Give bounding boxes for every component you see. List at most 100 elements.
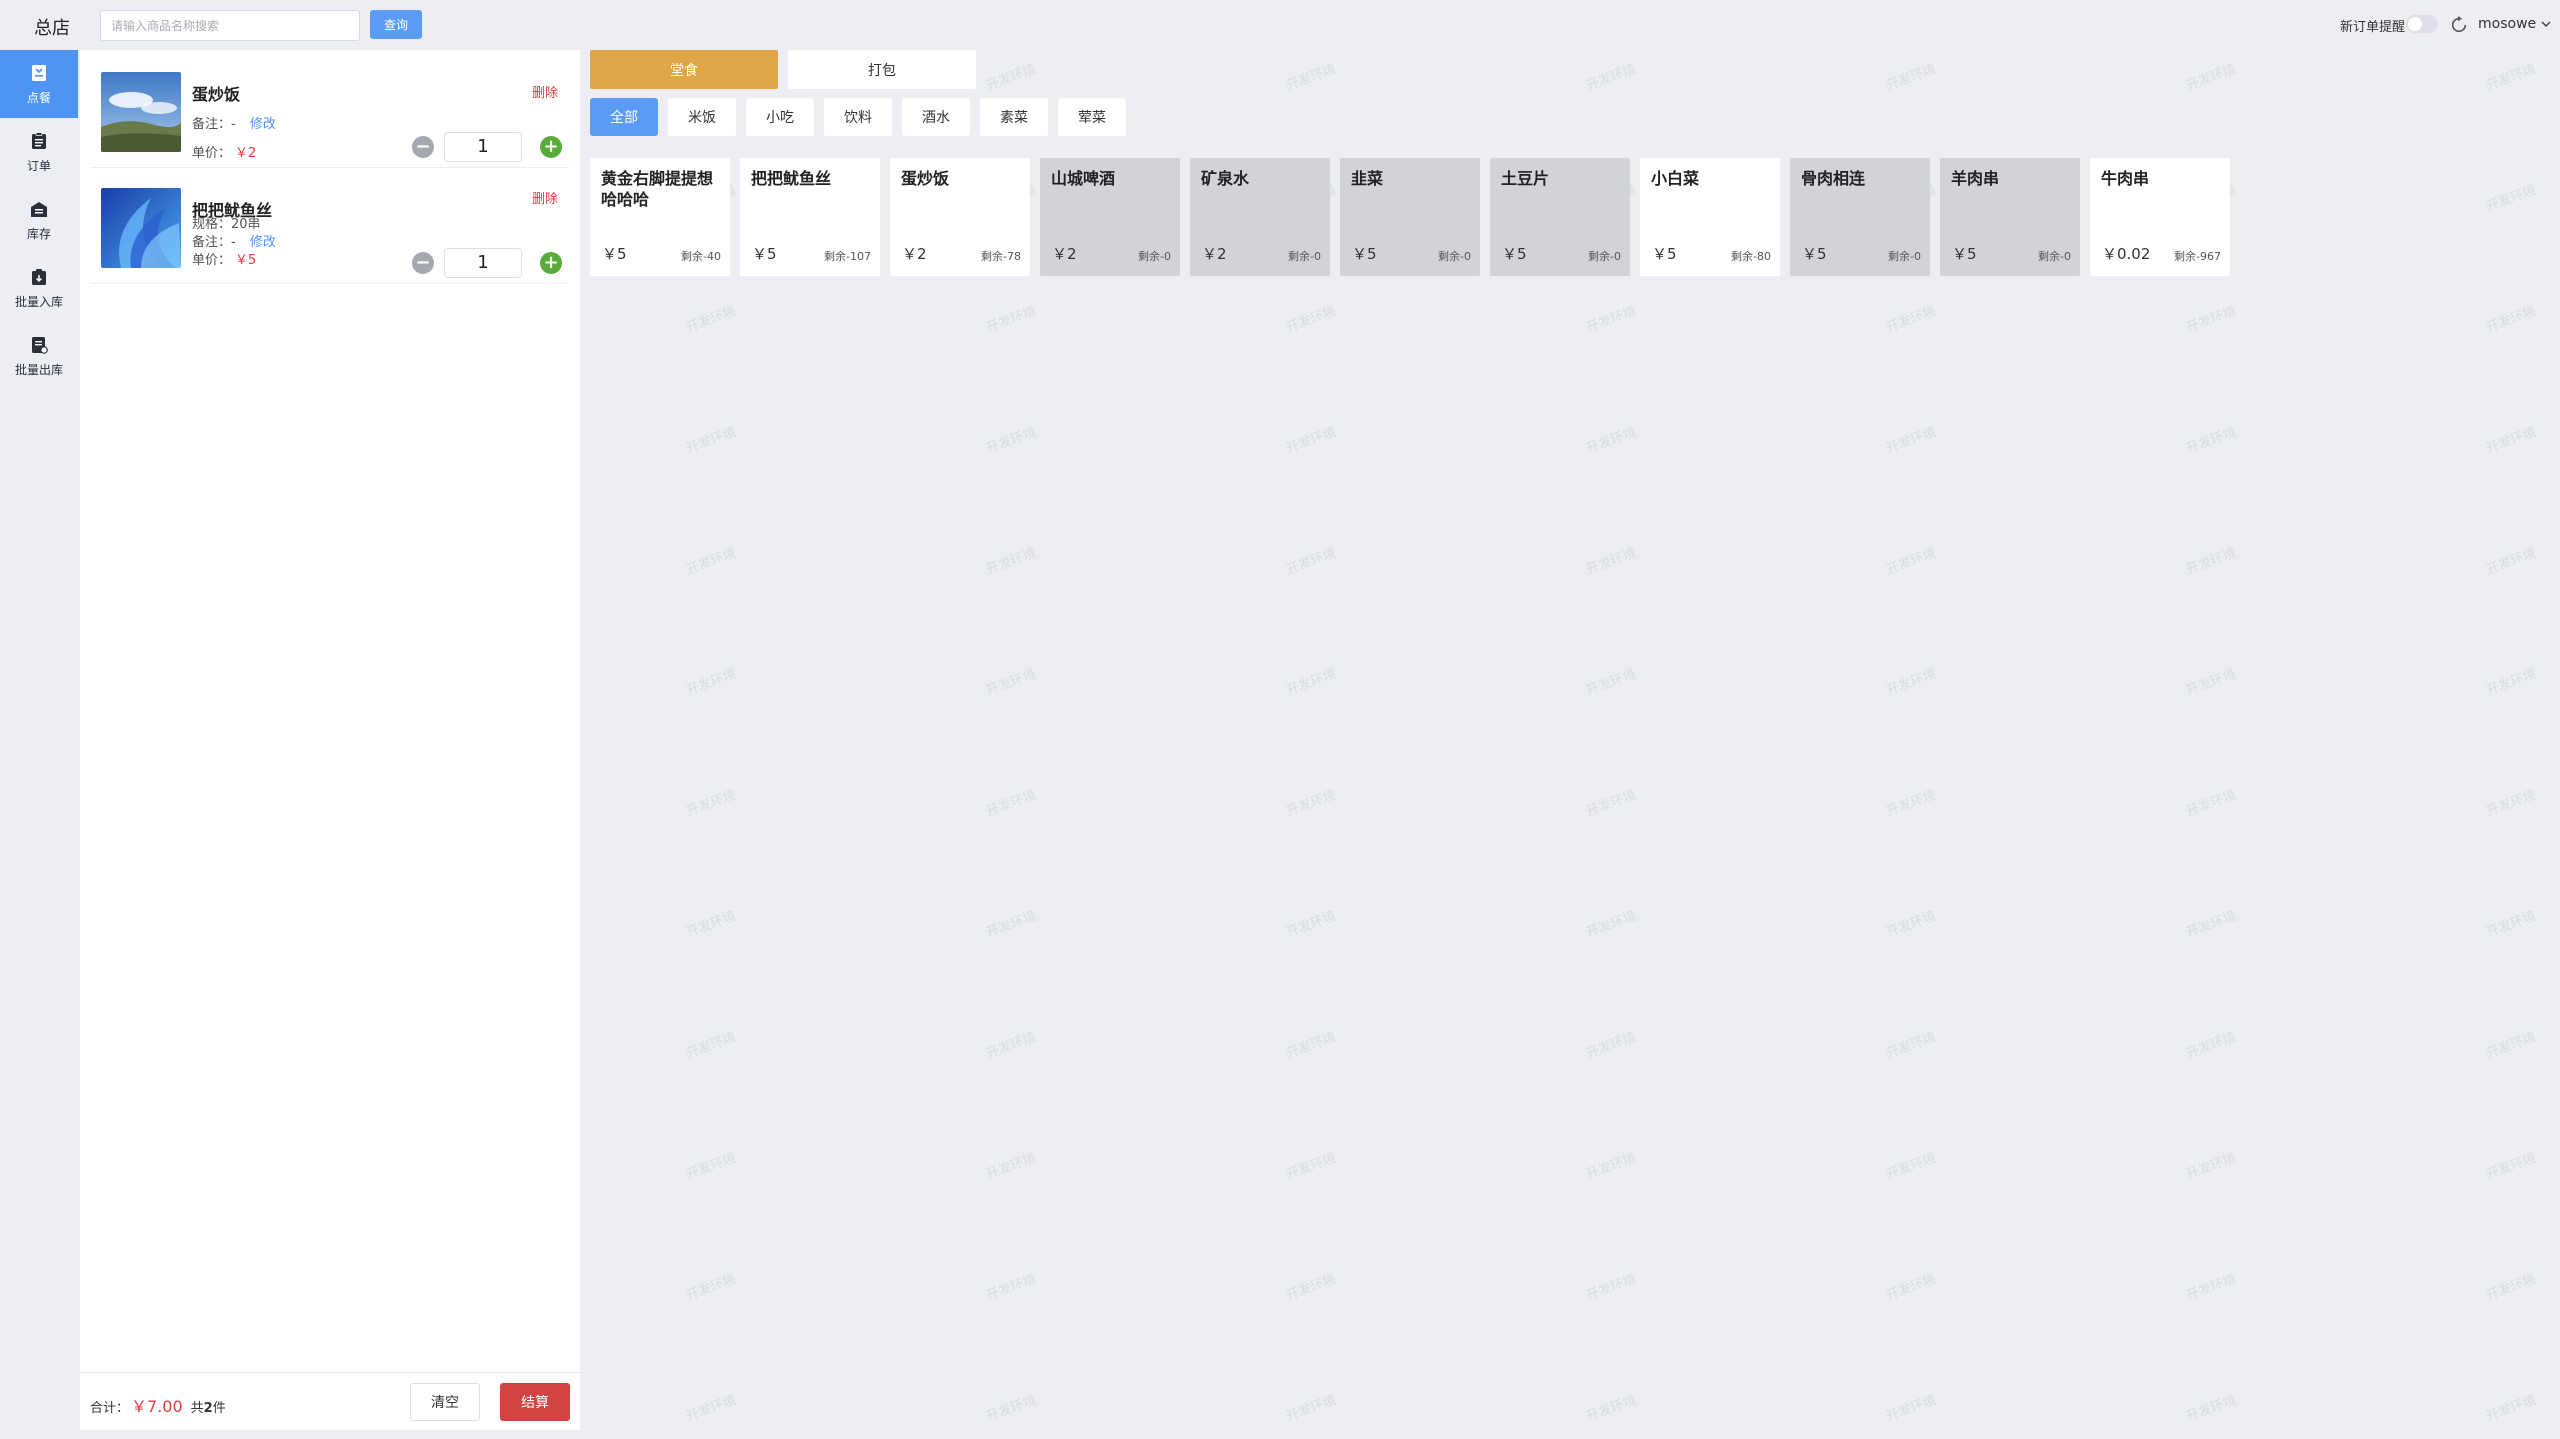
product-card[interactable]: 黄金右脚提提想哈哈哈 ￥5 剩余-40	[590, 158, 730, 276]
watermark-text: 开发环境	[1884, 1029, 1938, 1062]
price-label: 单价：	[192, 146, 232, 161]
watermark-text: 开发环境	[1284, 545, 1338, 578]
watermark-text: 开发环境	[984, 787, 1038, 820]
sidebar-item-label: 订单	[26, 158, 51, 173]
product-card-sold-out[interactable]: 土豆片 ￥5 剩余-0	[1490, 158, 1630, 276]
watermark-text: 开发环境	[2484, 61, 2538, 94]
product-card-sold-out[interactable]: 韭菜 ￥5 剩余-0	[1340, 158, 1480, 276]
product-card-sold-out[interactable]: 骨肉相连 ￥5 剩余-0	[1790, 158, 1930, 276]
quantity-stepper: − 1 +	[412, 248, 562, 278]
username: mosowe	[2478, 16, 2537, 32]
edit-remark-link[interactable]: 修改	[250, 117, 276, 132]
increase-quantity-button[interactable]: +	[540, 136, 562, 158]
category-tab-vegetables[interactable]: 素菜	[980, 98, 1048, 136]
watermark-text: 开发环境	[1884, 303, 1938, 336]
watermark-text: 开发环境	[1584, 666, 1638, 699]
cart-item-name: 蛋炒饭	[192, 85, 241, 104]
search-button[interactable]: 查询	[370, 10, 422, 39]
watermark-text: 开发环境	[984, 424, 1038, 457]
user-menu[interactable]: mosowe	[2478, 16, 2552, 32]
product-price: ￥5	[752, 245, 777, 263]
category-tab-snacks[interactable]: 小吃	[746, 98, 814, 136]
delete-item-button[interactable]: 删除	[532, 82, 558, 101]
category-tab-all[interactable]: 全部	[590, 98, 658, 136]
sidebar-item-order-food[interactable]: 点餐	[0, 50, 78, 118]
watermark-text: 开发环境	[2484, 303, 2538, 336]
product-name: 山城啤酒	[1051, 169, 1116, 188]
sidebar-item-orders[interactable]: 订单	[0, 118, 78, 186]
watermark-text: 开发环境	[2484, 1029, 2538, 1062]
product-stock: 剩余-0	[1888, 250, 1921, 263]
clear-cart-button[interactable]: 清空	[410, 1383, 480, 1421]
tab-dine-in[interactable]: 堂食	[590, 50, 778, 89]
product-card[interactable]: 牛肉串 ￥0.02 剩余-967	[2090, 158, 2230, 276]
product-price: ￥5	[1502, 245, 1527, 263]
watermark-text: 开发环境	[684, 545, 738, 578]
product-stock: 剩余-967	[2174, 250, 2221, 263]
product-name: 羊肉串	[1951, 169, 2000, 188]
watermark-text: 开发环境	[1284, 1150, 1338, 1183]
watermark-text: 开发环境	[984, 908, 1038, 941]
product-thumbnail-landscape	[101, 72, 181, 152]
watermark-text: 开发环境	[1584, 1271, 1638, 1304]
category-tab-rice[interactable]: 米饭	[668, 98, 736, 136]
category-tab-drinks[interactable]: 饮料	[824, 98, 892, 136]
item-count: 2	[203, 1401, 213, 1416]
category-tab-alcohol[interactable]: 酒水	[902, 98, 970, 136]
watermark-text: 开发环境	[684, 303, 738, 336]
sidebar-item-batch-stock-in[interactable]: 批量入库	[0, 254, 78, 322]
product-search-input[interactable]	[100, 10, 360, 41]
quantity-input[interactable]: 1	[444, 248, 522, 278]
product-card[interactable]: 把把鱿鱼丝 ￥5 剩余-107	[740, 158, 880, 276]
watermark-text: 开发环境	[2484, 1271, 2538, 1304]
cart-total: 合计： ￥7.00 共2件	[90, 1393, 226, 1417]
decrease-quantity-button[interactable]: −	[412, 252, 434, 274]
watermark-text: 开发环境	[1884, 545, 1938, 578]
cart-item: 蛋炒饭 备注：- 修改 单价： ￥2 删除 − 1 +	[90, 60, 570, 168]
product-card-sold-out[interactable]: 山城啤酒 ￥2 剩余-0	[1040, 158, 1180, 276]
remark-value: -	[231, 235, 236, 250]
product-stock: 剩余-107	[824, 250, 871, 263]
watermark-text: 开发环境	[1284, 424, 1338, 457]
watermark-text: 开发环境	[2184, 1271, 2238, 1304]
sidebar-item-inventory[interactable]: 库存	[0, 186, 78, 254]
decrease-quantity-button[interactable]: −	[412, 136, 434, 158]
watermark-text: 开发环境	[1284, 1029, 1338, 1062]
sidebar-item-batch-stock-out[interactable]: 批量出库	[0, 322, 78, 390]
checkout-button[interactable]: 结算	[500, 1383, 570, 1421]
tab-takeaway[interactable]: 打包	[788, 50, 976, 89]
category-tab-meat[interactable]: 荤菜	[1058, 98, 1126, 136]
product-card[interactable]: 小白菜 ￥5 剩余-80	[1640, 158, 1780, 276]
product-card-sold-out[interactable]: 矿泉水 ￥2 剩余-0	[1190, 158, 1330, 276]
watermark-text: 开发环境	[984, 1392, 1038, 1425]
product-name: 骨肉相连	[1801, 169, 1866, 188]
count-suffix: 件	[212, 1401, 226, 1416]
price-value: ￥2	[235, 146, 257, 161]
product-price: ￥5	[602, 245, 627, 263]
watermark-text: 开发环境	[2484, 182, 2538, 215]
edit-remark-link[interactable]: 修改	[250, 235, 276, 250]
menu-icon	[32, 64, 46, 81]
watermark-text: 开发环境	[1584, 787, 1638, 820]
product-card[interactable]: 蛋炒饭 ￥2 剩余-78	[890, 158, 1030, 276]
cart-item-spec: 规格：20串	[192, 217, 261, 232]
inventory-icon	[31, 201, 47, 217]
product-name: 把把鱿鱼丝	[751, 169, 832, 188]
price-label: 单价：	[192, 253, 232, 268]
quantity-input[interactable]: 1	[444, 132, 522, 162]
sidebar-item-label: 批量入库	[14, 294, 63, 309]
watermark-text: 开发环境	[684, 424, 738, 457]
watermark-text: 开发环境	[1284, 61, 1338, 94]
delete-item-button[interactable]: 删除	[532, 188, 558, 207]
watermark-text: 开发环境	[1284, 1392, 1338, 1425]
watermark-text: 开发环境	[2484, 424, 2538, 457]
refresh-icon[interactable]	[2450, 16, 2468, 34]
watermark-text: 开发环境	[2484, 787, 2538, 820]
product-card-sold-out[interactable]: 羊肉串 ￥5 剩余-0	[1940, 158, 2080, 276]
new-order-reminder-toggle[interactable]	[2406, 15, 2438, 33]
increase-quantity-button[interactable]: +	[540, 252, 562, 274]
product-stock: 剩余-0	[1138, 250, 1171, 263]
watermark-text: 开发环境	[2184, 1029, 2238, 1062]
watermark-text: 开发环境	[1584, 61, 1638, 94]
watermark-text: 开发环境	[1884, 1271, 1938, 1304]
